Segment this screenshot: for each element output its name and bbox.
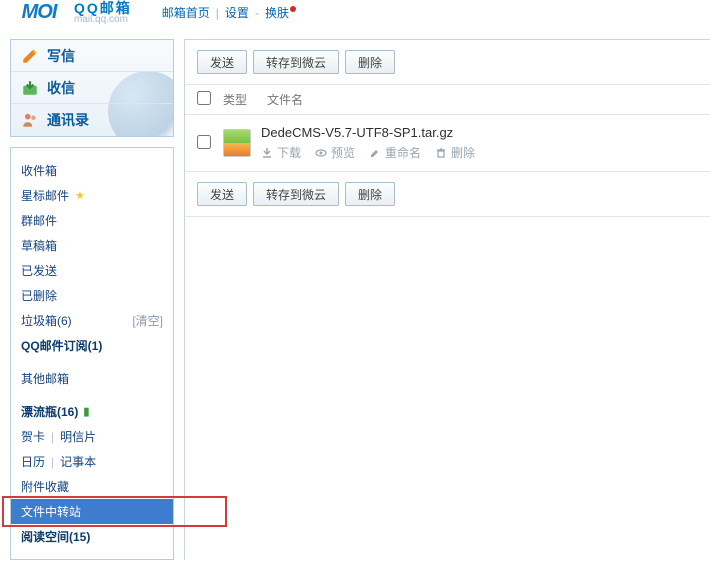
col-type-header: 类型 [223,91,267,108]
main-layout: 写信 收信 通讯录 收件箱 星标邮件★ 群邮件 草稿箱 已发送 [0,25,710,560]
file-actions: 下载 预览 重命名 删除 [261,144,698,161]
folder-attachments[interactable]: 附件收藏 [11,474,173,499]
star-icon: ★ [75,189,85,202]
nav-settings[interactable]: 设置 [225,4,249,21]
col-name-header: 文件名 [267,91,303,108]
nav-compose-label: 写信 [47,46,75,66]
folder-notes[interactable]: 记事本 [60,453,96,470]
archive-icon [223,129,251,157]
logo-en: mail.qq.com [74,14,132,25]
spam-clear-link[interactable]: [清空] [132,312,163,329]
sidebar: 写信 收信 通讯录 收件箱 星标邮件★ 群邮件 草稿箱 已发送 [10,39,174,560]
trash-icon [435,147,447,159]
nav-compose[interactable]: 写信 [11,40,173,72]
inbox-icon [21,79,39,97]
spacer [11,358,173,366]
folder-drafts[interactable]: 草稿箱 [11,233,173,258]
top-links: 邮箱首页 | 设置 - 换肤 [162,4,296,21]
file-checkbox-cell [197,135,223,152]
folder-list: 收件箱 星标邮件★ 群邮件 草稿箱 已发送 已删除 垃圾箱(6) [清空] QQ… [11,158,173,549]
folder-cards[interactable]: 贺卡 [21,428,45,445]
save-weiyun-button[interactable]: 转存到微云 [253,50,339,74]
folder-read-space[interactable]: 阅读空间(15) [11,524,173,549]
eye-icon [315,147,327,159]
pencil-icon [21,47,39,65]
logo-text: MOI [22,1,57,24]
folder-calendar-row: 日历|记事本 [11,449,173,474]
contacts-icon [21,111,39,129]
toolbar-bottom: 发送 转存到微云 删除 [185,172,710,217]
file-name-label: DedeCMS-V5.7-UTF8-SP1.tar.gz [261,125,698,140]
table-header: 类型 文件名 [185,85,710,115]
rename-action[interactable]: 重命名 [369,144,421,161]
nav-receive[interactable]: 收信 [11,72,173,104]
battery-icon: ▮ [83,405,89,418]
logo-subtitle: QQ邮箱 mail.qq.com [74,3,132,25]
folder-spam-label: 垃圾箱(6) [21,312,72,329]
folder-group[interactable]: 群邮件 [11,208,173,233]
select-all-cell [197,91,223,108]
header: MOI QQ邮箱 mail.qq.com 邮箱首页 | 设置 - 换肤 [0,0,710,25]
preview-action[interactable]: 预览 [315,144,355,161]
nav-contacts-label: 通讯录 [47,110,89,130]
content-area: 发送 转存到微云 删除 类型 文件名 DedeCMS-V5.7-UTF8-SP1… [184,39,710,560]
delete-action[interactable]: 删除 [435,144,475,161]
folder-subscribe[interactable]: QQ邮件订阅(1) [11,333,173,358]
folder-starred[interactable]: 星标邮件★ [11,183,173,208]
delete-button[interactable]: 删除 [345,50,395,74]
spacer [11,391,173,399]
nav-box: 写信 收信 通讯录 [10,39,174,137]
nav-contacts[interactable]: 通讯录 [11,104,173,136]
file-checkbox[interactable] [197,135,211,149]
separator: - [255,6,259,20]
folder-cards-row: 贺卡|明信片 [11,424,173,449]
send-button[interactable]: 发送 [197,50,247,74]
folder-other[interactable]: 其他邮箱 [11,366,173,391]
nav-skin[interactable]: 换肤 [265,4,296,21]
download-action[interactable]: 下载 [261,144,301,161]
folder-calendar[interactable]: 日历 [21,453,45,470]
select-all-checkbox[interactable] [197,91,211,105]
file-info: DedeCMS-V5.7-UTF8-SP1.tar.gz 下载 预览 重命名 [261,125,698,161]
folder-postcards[interactable]: 明信片 [60,428,96,445]
nav-receive-label: 收信 [47,78,75,98]
nav-home[interactable]: 邮箱首页 [162,4,210,21]
notification-dot [290,6,296,12]
send-button-bottom[interactable]: 发送 [197,182,247,206]
logo-area: MOI QQ邮箱 mail.qq.com [0,0,132,25]
pencil-small-icon [369,147,381,159]
save-weiyun-button-bottom[interactable]: 转存到微云 [253,182,339,206]
folder-deleted[interactable]: 已删除 [11,283,173,308]
toolbar-top: 发送 转存到微云 删除 [185,40,710,85]
file-row: DedeCMS-V5.7-UTF8-SP1.tar.gz 下载 预览 重命名 [185,115,710,172]
folder-inbox[interactable]: 收件箱 [11,158,173,183]
download-icon [261,147,273,159]
folder-file-relay[interactable]: 文件中转站 [11,499,173,524]
folder-spam[interactable]: 垃圾箱(6) [清空] [11,308,173,333]
folder-drift[interactable]: 漂流瓶(16)▮ [11,399,173,424]
logo-cn: QQ邮箱 [74,3,132,14]
delete-button-bottom[interactable]: 删除 [345,182,395,206]
logo-icon: MOI [10,0,68,25]
folder-box: 收件箱 星标邮件★ 群邮件 草稿箱 已发送 已删除 垃圾箱(6) [清空] QQ… [10,147,174,560]
separator: | [216,6,219,20]
folder-sent[interactable]: 已发送 [11,258,173,283]
